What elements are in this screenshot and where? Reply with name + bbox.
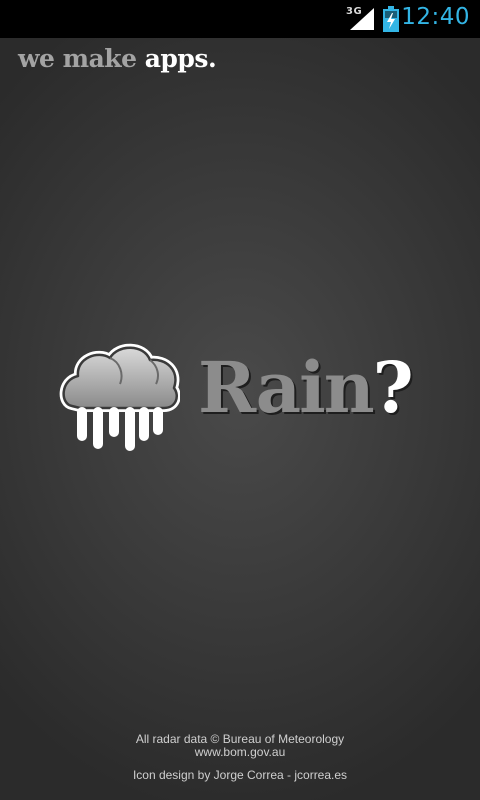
tagline-emphasis: apps. [144,44,217,73]
tagline: we make apps. [18,44,217,73]
battery-charging-icon [383,6,399,32]
network-type-label: 3G [346,6,363,17]
credits: All radar data © Bureau of Meteorology w… [0,733,480,782]
status-bar: 3G 12:40 [0,0,480,38]
icon-credit: Icon design by Jorge Correa - jcorrea.es [132,768,348,782]
app-name: Rain? [198,346,414,429]
radar-url: www.bom.gov.au [194,745,286,759]
app-logo: Rain? [58,340,418,455]
splash-screen: 3G 12:40 we make apps. Rain? All radar d… [0,0,480,800]
rain-cloud-icon [59,343,180,451]
app-name-text: Rain [198,346,375,429]
tagline-prefix: we make [18,44,145,73]
app-name-question-mark: ? [372,346,414,429]
status-clock: 12:40 [401,4,470,30]
